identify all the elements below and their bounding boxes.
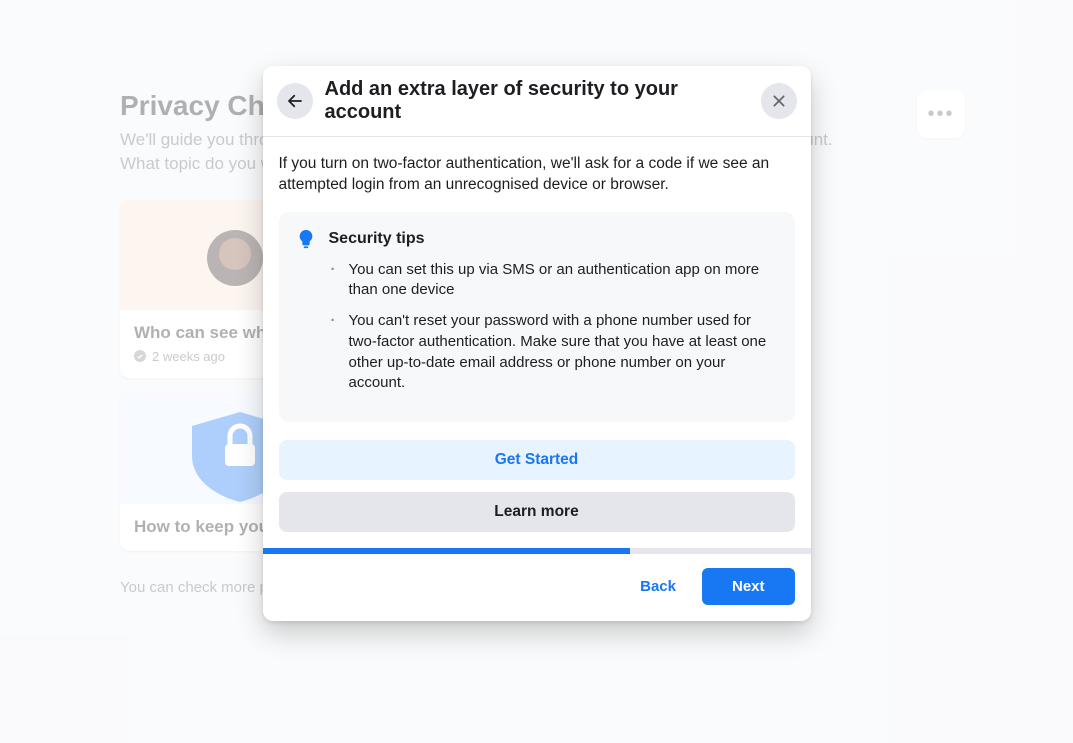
- tips-title: Security tips: [329, 230, 425, 248]
- modal-header: Add an extra layer of security to your a…: [263, 66, 811, 137]
- learn-more-button[interactable]: Learn more: [279, 492, 795, 532]
- arrow-left-icon: [286, 92, 304, 110]
- get-started-button[interactable]: Get Started: [279, 440, 795, 480]
- close-icon: [771, 93, 787, 109]
- security-tips-panel: Security tips You can set this up via SM…: [279, 212, 795, 422]
- lightbulb-icon: [295, 228, 317, 250]
- back-button[interactable]: Back: [630, 570, 686, 603]
- tip-item: You can set this up via SMS or an authen…: [349, 260, 779, 301]
- next-button[interactable]: Next: [702, 568, 795, 605]
- two-factor-modal: Add an extra layer of security to your a…: [263, 66, 811, 621]
- modal-title: Add an extra layer of security to your a…: [325, 78, 749, 124]
- tip-item: You can't reset your password with a pho…: [349, 311, 779, 394]
- back-arrow-button[interactable]: [277, 83, 313, 119]
- modal-body: If you turn on two-factor authentication…: [263, 137, 811, 422]
- modal-action-buttons: Get Started Learn more: [263, 440, 811, 548]
- close-button[interactable]: [761, 83, 797, 119]
- modal-intro: If you turn on two-factor authentication…: [279, 153, 795, 196]
- modal-footer: Back Next: [263, 554, 811, 621]
